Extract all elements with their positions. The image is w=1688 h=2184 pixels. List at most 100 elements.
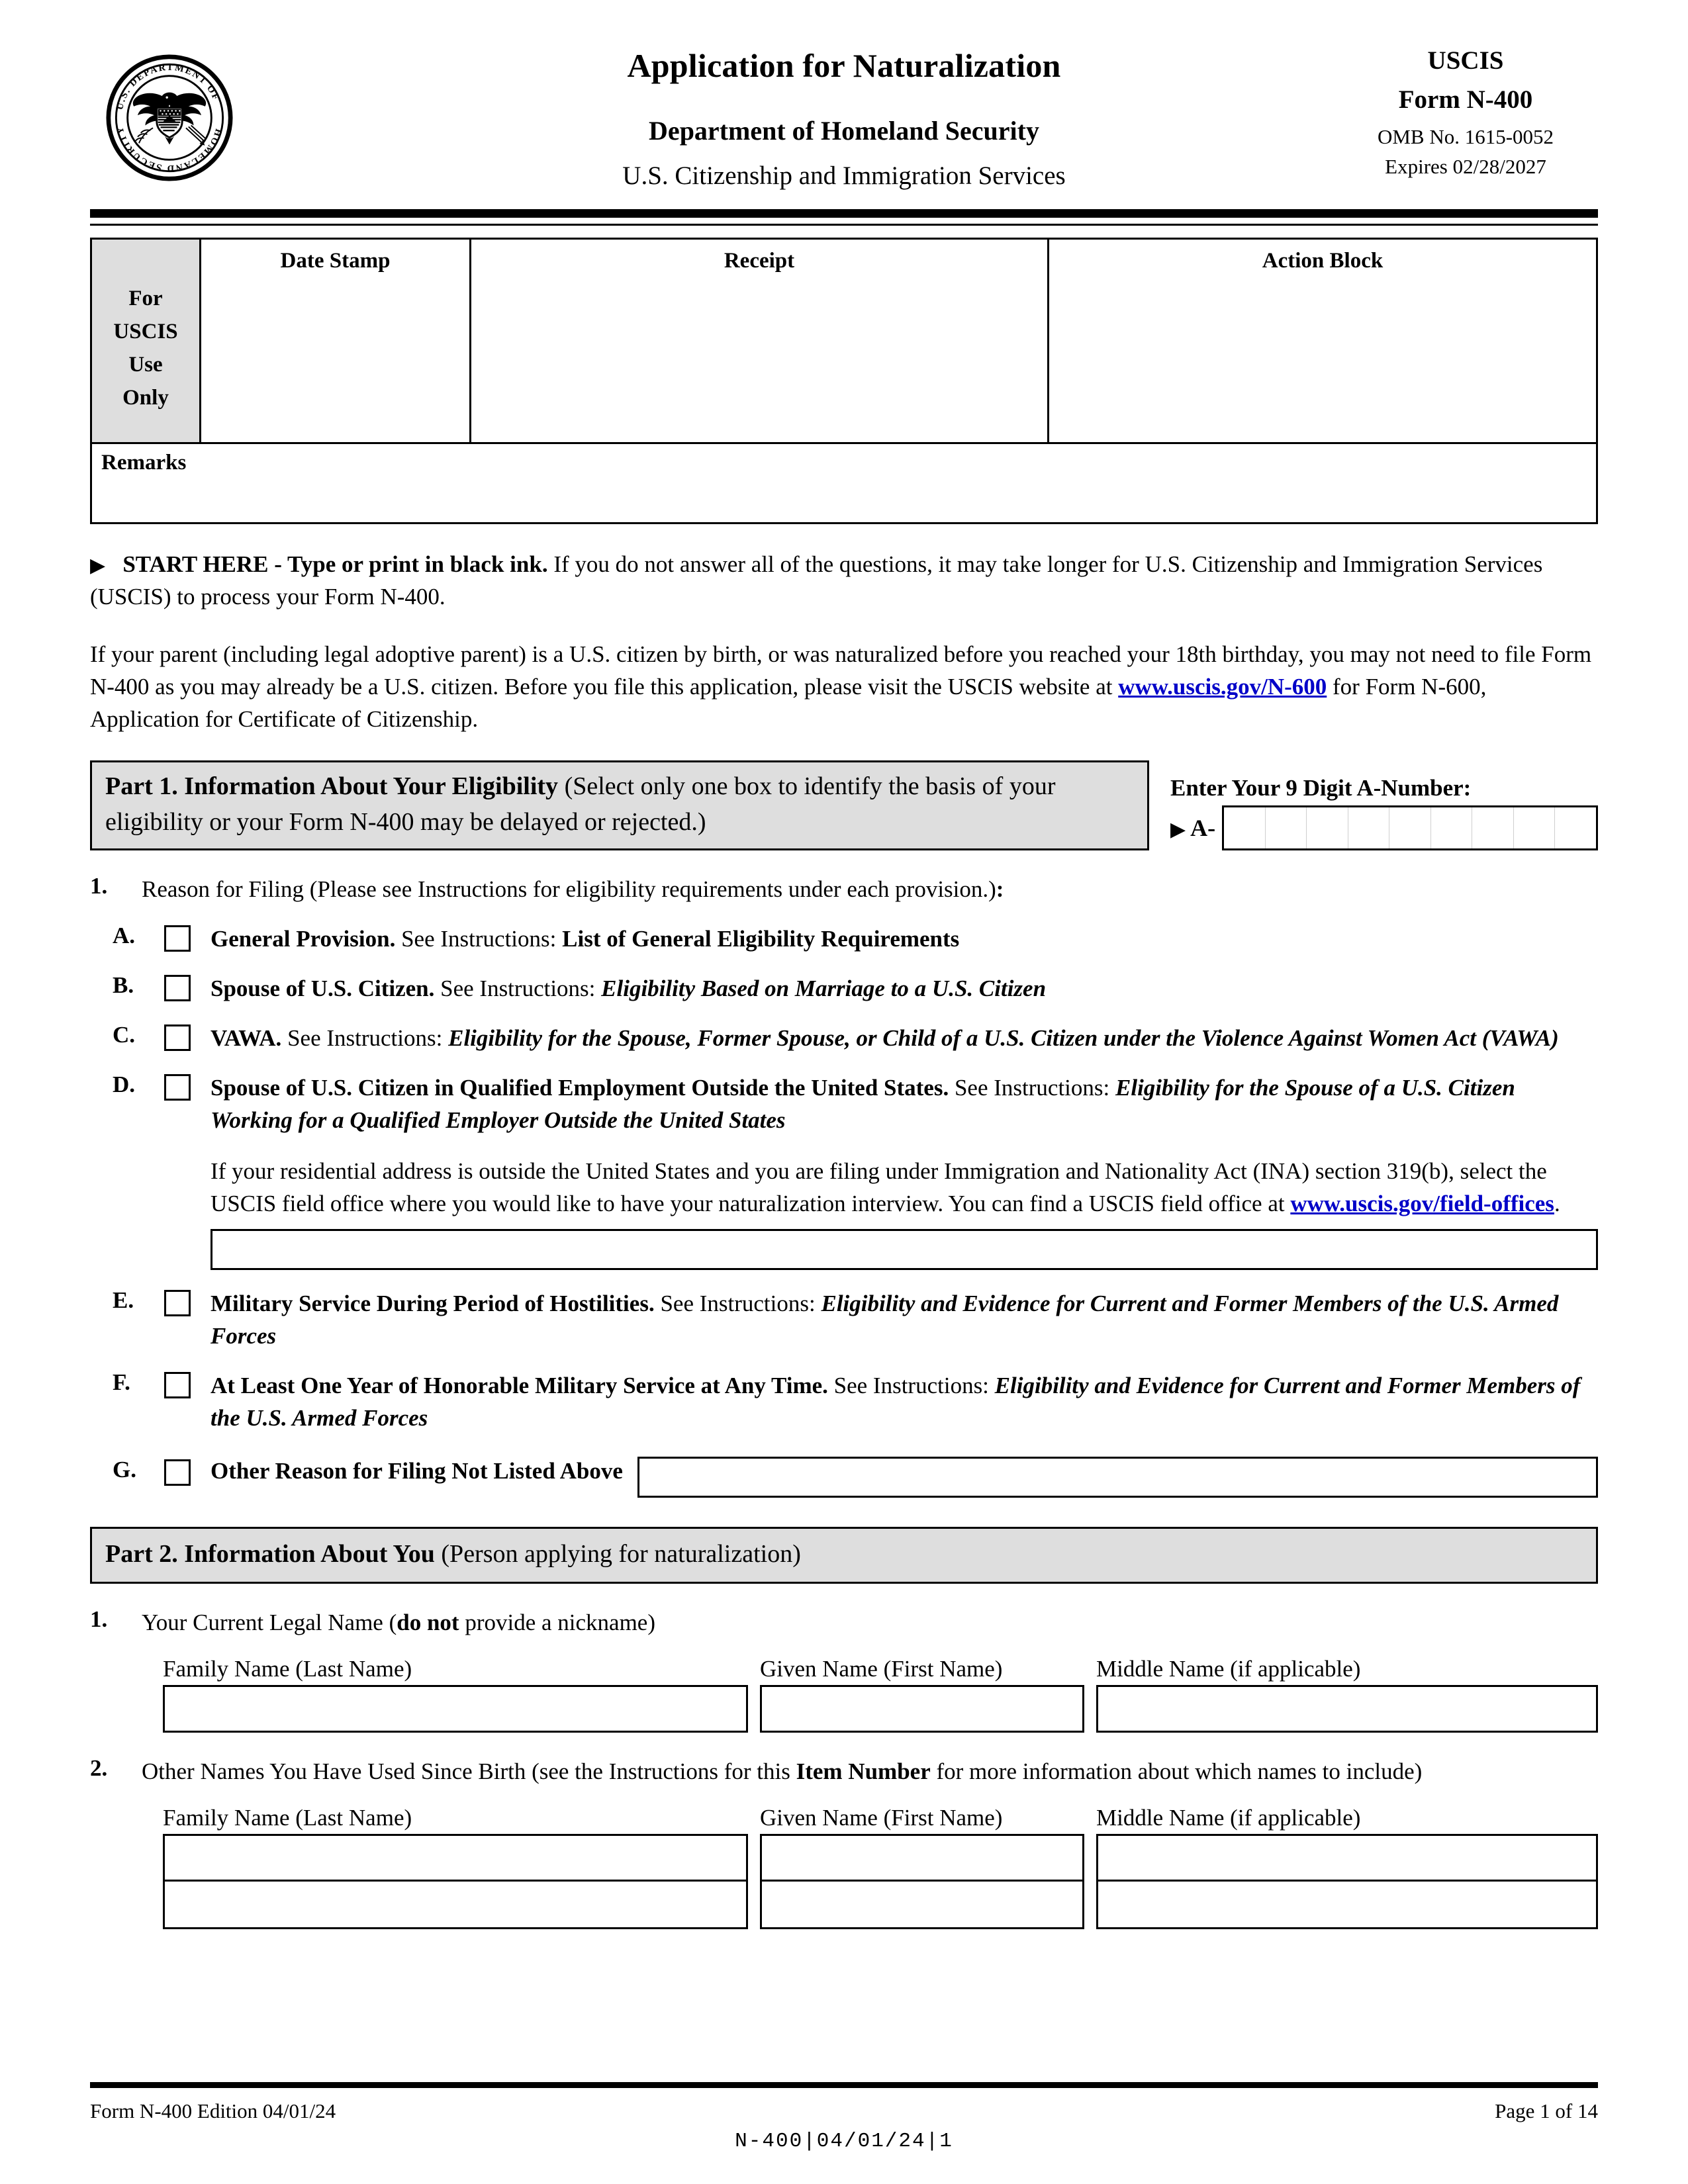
option-c-bold: VAWA.: [211, 1024, 282, 1051]
option-c-plain: See Instructions:: [281, 1024, 449, 1051]
option-g-input[interactable]: [637, 1456, 1598, 1498]
part2-item1-text-bold: do not: [397, 1609, 459, 1635]
option-d-checkbox-wrap[interactable]: [164, 1071, 211, 1101]
part1-bar: Part 1. Information About Your Eligibili…: [90, 760, 1149, 850]
other-names-family-input[interactable]: [163, 1833, 748, 1882]
option-e-plain: See Instructions:: [654, 1290, 821, 1316]
option-b-checkbox-wrap[interactable]: [164, 972, 211, 1001]
uscis-label-line-3: Use: [128, 353, 163, 377]
option-c-body: VAWA. See Instructions: Eligibility for …: [211, 1022, 1598, 1054]
anumber-prefix: ▶ A-: [1170, 814, 1222, 842]
option-c-checkbox-wrap[interactable]: [164, 1022, 211, 1051]
date-stamp-cell: Date Stamp: [199, 238, 471, 444]
omb-number: OMB No. 1615-0052: [1377, 124, 1554, 148]
option-g-checkbox[interactable]: [164, 1459, 191, 1486]
action-block-cell: Action Block: [1047, 238, 1598, 444]
option-b-bold: Spouse of U.S. Citizen.: [211, 975, 435, 1001]
eligibility-option-a[interactable]: A. General Provision. See Instructions: …: [90, 923, 1598, 955]
uscis-label-line-1: For: [128, 287, 163, 310]
option-d-checkbox[interactable]: [164, 1073, 191, 1101]
option-e-bold: Military Service During Period of Hostil…: [211, 1290, 655, 1316]
option-f-letter: F.: [113, 1369, 130, 1395]
option-b-plain: See Instructions:: [434, 975, 602, 1001]
footer-form-code: N-400|04/01/24|1: [735, 2130, 953, 2153]
part2-item2-row: 2. Other Names You Have Used Since Birth…: [90, 1755, 1598, 1788]
current-name-given-label: Given Name (First Name): [760, 1655, 1003, 1682]
option-c-emphasis: Eligibility for the Spouse, Former Spous…: [448, 1024, 1559, 1051]
uscis-label-line-4: Only: [122, 386, 169, 410]
current-name-family-label: Family Name (Last Name): [163, 1655, 412, 1682]
option-f-checkbox-wrap[interactable]: [164, 1369, 211, 1398]
option-b-body: Spouse of U.S. Citizen. See Instructions…: [211, 972, 1598, 1005]
option-a-checkbox[interactable]: [164, 925, 191, 952]
option-f-checkbox[interactable]: [164, 1371, 191, 1398]
footer-rule: [90, 2082, 1598, 2088]
anumber-cell[interactable]: [1472, 807, 1514, 848]
part2-title: Part 2. Information About You: [105, 1539, 442, 1568]
anumber-cell[interactable]: [1224, 807, 1266, 848]
option-b-letter: B.: [113, 972, 134, 998]
part1-item1-text: Reason for Filing (Please see Instructio…: [142, 873, 1598, 905]
anumber-cell[interactable]: [1307, 807, 1348, 848]
part2-item1-text-b: provide a nickname): [459, 1609, 655, 1635]
anumber-cell[interactable]: [1431, 807, 1473, 848]
option-a-checkbox-wrap[interactable]: [164, 923, 211, 952]
eligibility-option-b[interactable]: B. Spouse of U.S. Citizen. See Instructi…: [90, 972, 1598, 1005]
other-names-middle-input[interactable]: [1096, 1881, 1598, 1929]
anumber-cell[interactable]: [1266, 807, 1307, 848]
uscis-label: USCIS: [1427, 46, 1504, 75]
other-names-family-input[interactable]: [163, 1881, 748, 1929]
eligibility-option-c[interactable]: C. VAWA. See Instructions: Eligibility f…: [90, 1022, 1598, 1054]
anumber-cell[interactable]: [1348, 807, 1390, 848]
option-d-note-part2: .: [1554, 1190, 1560, 1216]
current-name-inputs: [163, 1684, 1598, 1733]
part2-item1-row: 1. Your Current Legal Name (do not provi…: [90, 1606, 1598, 1639]
option-e-letter: E.: [113, 1287, 134, 1313]
other-names-given-input[interactable]: [760, 1881, 1084, 1929]
field-offices-link[interactable]: www.uscis.gov/field-offices: [1290, 1191, 1554, 1216]
option-c-checkbox[interactable]: [164, 1024, 191, 1051]
eligibility-option-e[interactable]: E. Military Service During Period of Hos…: [90, 1287, 1598, 1352]
part2-item1-text-a: Your Current Legal Name (: [142, 1609, 397, 1635]
eligibility-option-d[interactable]: D. Spouse of U.S. Citizen in Qualified E…: [90, 1071, 1598, 1136]
agency-name: U.S. Citizenship and Immigration Service…: [622, 161, 1066, 190]
part2-item2-text-bold: Item Number: [796, 1758, 931, 1784]
option-g-checkbox-wrap[interactable]: [164, 1457, 211, 1486]
anumber-group: Enter Your 9 Digit A-Number: ▶ A-: [1149, 775, 1598, 850]
anumber-cell[interactable]: [1389, 807, 1431, 848]
anumber-prefix-text: A-: [1190, 814, 1216, 841]
option-e-checkbox-wrap[interactable]: [164, 1287, 211, 1316]
n600-link[interactable]: www.uscis.gov/N-600: [1118, 674, 1327, 700]
option-e-body: Military Service During Period of Hostil…: [211, 1287, 1598, 1352]
anumber-cell[interactable]: [1555, 807, 1596, 848]
footer: Form N-400 Edition 04/01/24 Page 1 of 14: [90, 2099, 1598, 2123]
current-name-given-input[interactable]: [760, 1684, 1084, 1733]
other-names-row: [163, 1881, 1598, 1929]
remarks-cell: Remarks: [90, 442, 1598, 524]
option-f-body: At Least One Year of Honorable Military …: [211, 1369, 1598, 1434]
option-b-checkbox[interactable]: [164, 974, 191, 1001]
field-office-input[interactable]: [211, 1228, 1598, 1270]
part1-item1-colon: :: [996, 876, 1004, 902]
current-name-family-input[interactable]: [163, 1684, 748, 1733]
uscis-label-line-2: USCIS: [113, 320, 178, 344]
anumber-cell[interactable]: [1514, 807, 1556, 848]
current-name-middle-input[interactable]: [1096, 1684, 1598, 1733]
eligibility-option-f[interactable]: F. At Least One Year of Honorable Milita…: [90, 1369, 1598, 1434]
other-names-block: Family Name (Last Name) Given Name (Firs…: [163, 1805, 1598, 1929]
option-f-bold: At Least One Year of Honorable Military …: [211, 1372, 828, 1398]
expiration-date: Expires 02/28/2027: [1385, 154, 1546, 178]
other-names-given-input[interactable]: [760, 1833, 1084, 1882]
start-here-paragraph: ▶ START HERE - Type or print in black in…: [90, 548, 1598, 613]
eligibility-option-g[interactable]: G. Other Reason for Filing Not Listed Ab…: [90, 1456, 1598, 1498]
option-e-checkbox[interactable]: [164, 1289, 191, 1316]
other-names-given-label: Given Name (First Name): [760, 1804, 1003, 1831]
other-names-middle-label: Middle Name (if applicable): [1096, 1804, 1361, 1831]
form-meta: USCIS Form N-400 OMB No. 1615-0052 Expir…: [1333, 44, 1598, 181]
anumber-input[interactable]: [1222, 805, 1598, 850]
form-number: Form N-400: [1398, 85, 1533, 114]
dhs-seal-icon: U.S. DEPARTMENT OF HOMELAND SECURITY: [106, 54, 233, 181]
current-legal-name-block: Family Name (Last Name) Given Name (Firs…: [163, 1656, 1598, 1733]
other-names-headers: Family Name (Last Name) Given Name (Firs…: [163, 1805, 1598, 1831]
other-names-middle-input[interactable]: [1096, 1833, 1598, 1882]
